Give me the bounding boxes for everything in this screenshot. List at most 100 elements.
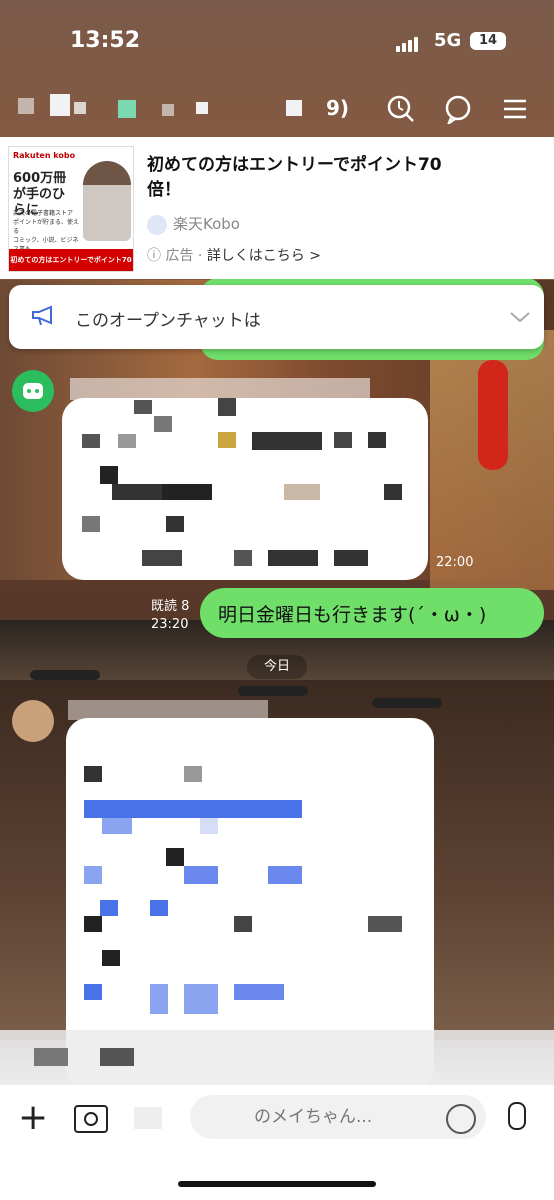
pixelated-text <box>34 1048 68 1066</box>
pixelated-link <box>84 866 102 884</box>
pixelated-link <box>84 984 102 1000</box>
background-stool <box>238 686 308 696</box>
background-stool <box>372 698 442 708</box>
ad-headline[interactable]: 初めての方はエントリーでポイント70倍！ <box>147 153 447 203</box>
ad-cta-link[interactable]: 詳しくはこちら > <box>207 248 321 264</box>
pixelated-text <box>184 766 202 782</box>
message-time: 22:00 <box>436 555 474 570</box>
pixelated-text <box>284 484 320 500</box>
chevron-down-icon[interactable] <box>509 309 531 328</box>
pixelated-link <box>268 866 302 884</box>
ad-image-banner: 初めての方はエントリーでポイント70倍 <box>9 249 133 271</box>
pixelated-link <box>234 984 284 1000</box>
ad-image-brand: Rakuten kobo <box>13 151 76 160</box>
status-bar: 13:52 5G 14 <box>0 0 554 80</box>
background-lamp <box>478 360 508 470</box>
pixelated-title <box>162 104 174 116</box>
chat-bubbles-icon[interactable] <box>443 94 473 127</box>
clock: 13:52 <box>70 28 141 53</box>
pixelated-link <box>102 818 132 834</box>
pixelated-text <box>368 916 402 932</box>
pixelated-text <box>100 1048 134 1066</box>
pixelated-title <box>118 100 136 118</box>
sender-name-pixelated <box>68 700 268 720</box>
ad-image-features: 楽天の電子書籍ストア ポイントが貯まる、使える コミック、小説、ビジネス書も <box>13 209 83 254</box>
pixelated-text <box>82 434 100 448</box>
pixelated-title <box>50 94 70 116</box>
megaphone-icon <box>31 305 57 331</box>
pixelated-text <box>142 550 182 566</box>
pixelated-text <box>154 416 172 432</box>
photo-icon[interactable] <box>134 1107 162 1129</box>
message-bubble-outgoing[interactable]: 明日金曜日も行きます(´・ω・) <box>200 588 544 638</box>
pixelated-text <box>234 550 252 566</box>
pixelated-link <box>84 800 302 818</box>
emoji-icon[interactable] <box>446 1104 476 1134</box>
camera-icon[interactable] <box>74 1105 108 1133</box>
pixelated-title <box>18 98 34 114</box>
bot-avatar[interactable] <box>12 370 54 412</box>
message-composer: + <box>0 1085 554 1200</box>
pixelated-link <box>150 900 168 916</box>
user-avatar[interactable] <box>12 700 54 742</box>
chat-title[interactable]: 9) <box>326 96 349 120</box>
composer-fade <box>0 1030 554 1085</box>
info-icon: ⓘ <box>147 248 161 264</box>
search-icon[interactable] <box>386 94 416 124</box>
pixelated-text <box>218 398 236 416</box>
message-input[interactable] <box>190 1095 486 1139</box>
home-indicator <box>178 1181 376 1187</box>
battery-icon: 14 <box>470 32 506 50</box>
network-type: 5G <box>434 30 462 51</box>
plus-icon[interactable]: + <box>18 1100 48 1136</box>
pixelated-text <box>84 916 102 932</box>
pixelated-text <box>100 466 118 484</box>
ad-image-feature: 楽天の電子書籍ストア <box>13 210 74 217</box>
menu-icon[interactable] <box>500 94 530 124</box>
pixelated-text <box>102 950 120 966</box>
ad-sponsor-name: 楽天Kobo <box>173 215 240 233</box>
pixelated-link <box>150 984 168 1014</box>
microphone-icon[interactable] <box>508 1102 526 1130</box>
outgoing-message-text: 明日金曜日も行きます(´・ω・) <box>218 604 487 626</box>
background-stool <box>30 670 100 680</box>
pixelated-link <box>184 984 218 1014</box>
pixelated-text <box>162 484 212 500</box>
pixelated-text <box>82 516 100 532</box>
read-time: 23:20 <box>151 617 189 632</box>
sponsor-avatar <box>147 214 167 235</box>
pixelated-text <box>334 550 368 566</box>
pixelated-text <box>166 516 184 532</box>
ad-image[interactable]: Rakuten kobo 600万冊が手のひらに 楽天の電子書籍ストア ポイント… <box>8 146 134 272</box>
pixelated-text <box>134 400 152 414</box>
pixelated-title <box>74 102 86 114</box>
ad-image-feature: ポイントが貯まる、使える <box>13 219 80 235</box>
pixelated-link <box>184 866 218 884</box>
announcement-banner[interactable]: このオープンチャットは <box>9 285 544 349</box>
ad-footer: ⓘ 広告 · 詳しくはこちら > <box>147 248 321 264</box>
ad-sponsor: 楽天Kobo <box>147 213 240 235</box>
pixelated-link <box>100 900 118 916</box>
read-count: 既読 8 <box>151 599 190 614</box>
pixelated-title <box>196 102 208 114</box>
read-receipt: 既読 8 23:20 <box>151 598 189 634</box>
announcement-text: このオープンチャットは <box>75 311 261 331</box>
message-bubble-incoming[interactable] <box>62 398 428 580</box>
pixelated-text <box>84 766 102 782</box>
pixelated-text <box>118 434 136 448</box>
pixelated-text <box>268 550 318 566</box>
chat-header: 9) <box>0 80 554 136</box>
sender-name-pixelated <box>70 378 370 400</box>
pixelated-text <box>252 432 322 450</box>
pixelated-text <box>166 848 184 866</box>
ad-banner[interactable]: Rakuten kobo 600万冊が手のひらに 楽天の電子書籍ストア ポイント… <box>0 137 554 279</box>
pixelated-text <box>234 916 252 932</box>
signal-icon <box>396 33 420 52</box>
ad-label: 広告 <box>165 248 194 264</box>
ad-person-image <box>83 161 131 241</box>
pixelated-link <box>200 818 218 834</box>
date-separator: 今日 <box>247 655 307 679</box>
pixelated-text <box>218 432 236 448</box>
pixelated-text <box>334 432 352 448</box>
pixelated-title <box>286 100 302 116</box>
